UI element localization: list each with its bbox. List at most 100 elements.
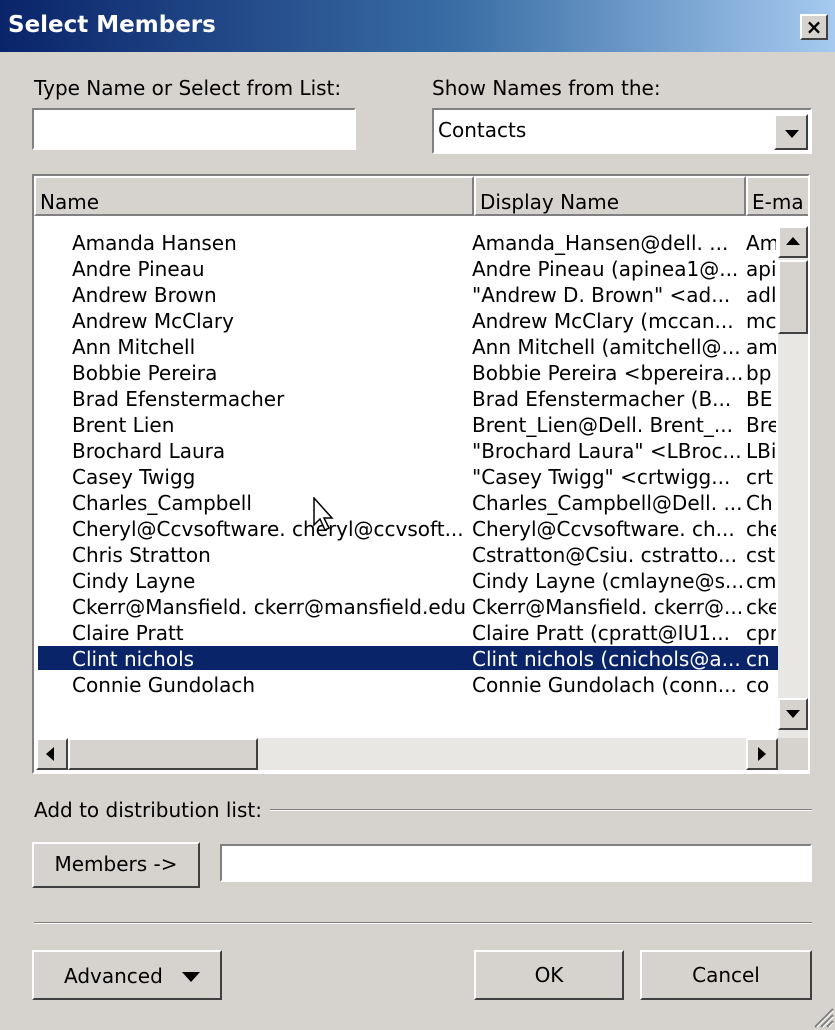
cell-email: cm (746, 569, 776, 593)
address-book-label: Show Names from the: (432, 76, 661, 100)
members-list[interactable]: Name Display Name E-ma Amanda Hansen Aman… (32, 174, 810, 774)
cell-display-name: Cheryl@Ccvsoftware. ch... (472, 517, 735, 541)
column-header-name[interactable]: Name (34, 176, 474, 216)
table-row[interactable]: Charles_Campbell Charles_Campbell@Dell. .… (38, 490, 778, 515)
scroll-up-button[interactable] (778, 226, 808, 258)
right-arrow-icon (758, 747, 766, 761)
cell-display-name: "Casey Twigg" <crtwigg... (472, 465, 731, 489)
cell-name: Bobbie Pereira (72, 361, 218, 385)
cell-email: Am (746, 231, 776, 255)
dialog-title: Select Members (8, 12, 216, 38)
cell-name: Casey Twigg (72, 465, 196, 489)
table-row[interactable]: Connie Gundolach Connie Gundolach (conn..… (38, 672, 778, 697)
ok-button[interactable]: OK (474, 950, 624, 1000)
advanced-button[interactable]: Advanced (32, 950, 222, 1000)
members-button[interactable]: Members -> (32, 842, 200, 888)
address-book-select[interactable]: Contacts (432, 108, 812, 154)
cell-display-name: Amanda_Hansen@dell. ... (472, 231, 729, 255)
table-row[interactable]: Brad Efenstermacher Brad Efenstermacher (… (38, 386, 778, 411)
cell-name: Ann Mitchell (72, 335, 196, 359)
cell-email: cn (746, 647, 770, 671)
search-label: Type Name or Select from List: (34, 76, 342, 100)
close-button[interactable]: × (800, 14, 828, 40)
cancel-button[interactable]: Cancel (640, 950, 812, 1000)
list-rows: Amanda Hansen Amanda_Hansen@dell. ... Am An… (38, 230, 778, 738)
members-input[interactable] (220, 844, 812, 882)
list-header: Name Display Name E-ma (34, 176, 808, 216)
table-row[interactable]: Bobbie Pereira Bobbie Pereira <bpereira..… (38, 360, 778, 385)
scroll-thumb[interactable] (778, 260, 808, 334)
cell-display-name: Cindy Layne (cmlayne@s... (472, 569, 742, 593)
mouse-pointer-icon (313, 497, 334, 532)
cell-display-name: "Andrew D. Brown" <ad... (472, 283, 731, 307)
cell-name: Andre Pineau (72, 257, 205, 281)
cell-name: Connie Gundolach (72, 673, 256, 697)
address-book-value: Contacts (438, 118, 527, 142)
table-row[interactable]: Andre Pineau Andre Pineau (apinea1@... api (38, 256, 778, 281)
scroll-right-button[interactable] (746, 738, 778, 770)
search-input[interactable] (32, 108, 356, 150)
cell-name: Brent Lien (72, 413, 175, 437)
cell-name: Andrew McClary (72, 309, 234, 333)
scroll-down-button[interactable] (778, 698, 808, 730)
cell-display-name: Charles_Campbell@Dell. ... (472, 491, 742, 515)
cell-email: BE (746, 387, 773, 411)
vertical-scrollbar[interactable] (778, 226, 808, 744)
table-row[interactable]: Cheryl@Ccvsoftware. cheryl@ccvsoft... Che… (38, 516, 778, 541)
table-row[interactable]: Ann Mitchell Ann Mitchell (amitchell@... a… (38, 334, 778, 359)
table-row[interactable]: Clint nichols Clint nichols (cnichols@a..… (38, 646, 778, 671)
table-row[interactable]: Ckerr@Mansfield. ckerr@mansfield.edu Cker… (38, 594, 778, 619)
cell-name: Ckerr@Mansfield. ckerr@mansfield.edu (72, 595, 466, 619)
cell-name: Cindy Layne (72, 569, 196, 593)
cell-email: bp (746, 361, 772, 385)
table-row[interactable]: Chris Stratton Cstratton@Csiu. cstratto..… (38, 542, 778, 567)
cell-email: Ch (746, 491, 773, 515)
table-row[interactable]: Brochard Laura "Brochard Laura" <LBroc...… (38, 438, 778, 463)
horizontal-scrollbar[interactable] (36, 738, 778, 770)
horizontal-scroll-thumb[interactable] (68, 738, 258, 770)
cell-display-name: Ckerr@Mansfield. ckerr@... (472, 595, 742, 619)
up-arrow-icon (786, 237, 800, 245)
cell-name: Clint nichols (72, 647, 195, 671)
cell-display-name: Brad Efenstermacher (B... (472, 387, 732, 411)
cell-email: cst (746, 543, 776, 567)
scroll-left-button[interactable] (36, 738, 68, 770)
table-row[interactable]: Claire Pratt Claire Pratt (cpratt@IU1... c… (38, 620, 778, 645)
distribution-separator (270, 809, 812, 811)
table-row[interactable]: Andrew Brown "Andrew D. Brown" <ad... adl (38, 282, 778, 307)
cell-email: crt (746, 465, 774, 489)
cell-display-name: Andre Pineau (apinea1@... (472, 257, 739, 281)
cell-name: Cheryl@Ccvsoftware. cheryl@ccvsoft... (72, 517, 464, 541)
cell-display-name: Connie Gundolach (conn... (472, 673, 737, 697)
cell-name: Chris Stratton (72, 543, 211, 567)
cell-email: cke (746, 595, 776, 619)
cell-email: mc (746, 309, 776, 333)
dropdown-button[interactable] (774, 114, 808, 150)
footer-separator (34, 922, 812, 924)
chevron-down-icon (182, 972, 200, 982)
cell-email: LBi (746, 439, 776, 463)
table-row[interactable]: Amanda Hansen Amanda_Hansen@dell. ... Am (38, 230, 778, 255)
cell-email: co (746, 673, 770, 697)
cell-display-name: Clint nichols (cnichols@a... (472, 647, 741, 671)
chevron-down-icon (785, 130, 799, 138)
cell-display-name: Ann Mitchell (amitchell@... (472, 335, 741, 359)
cell-email: cpr (746, 621, 776, 645)
size-grip-icon[interactable] (812, 1006, 834, 1028)
cell-display-name: Bobbie Pereira <bpereira... (472, 361, 742, 385)
cell-name: Claire Pratt (72, 621, 184, 645)
table-row[interactable]: Brent Lien Brent_Lien@Dell. Brent_... Bre (38, 412, 778, 437)
table-row[interactable]: Casey Twigg "Casey Twigg" <crtwigg... crt (38, 464, 778, 489)
cell-display-name: Cstratton@Csiu. cstratto... (472, 543, 738, 567)
cell-email: che (746, 517, 776, 541)
down-arrow-icon (786, 710, 800, 718)
cell-display-name: "Brochard Laura" <LBroc... (472, 439, 742, 463)
cell-name: Brochard Laura (72, 439, 226, 463)
table-row[interactable]: Cindy Layne Cindy Layne (cmlayne@s... cm (38, 568, 778, 593)
table-row[interactable]: Andrew McClary Andrew McClary (mccan... mc (38, 308, 778, 333)
cell-name: Brad Efenstermacher (72, 387, 285, 411)
column-header-email[interactable]: E-ma (746, 176, 808, 216)
column-header-display-name[interactable]: Display Name (474, 176, 746, 216)
cell-display-name: Claire Pratt (cpratt@IU1... (472, 621, 730, 645)
scrollbar-corner (778, 738, 808, 770)
